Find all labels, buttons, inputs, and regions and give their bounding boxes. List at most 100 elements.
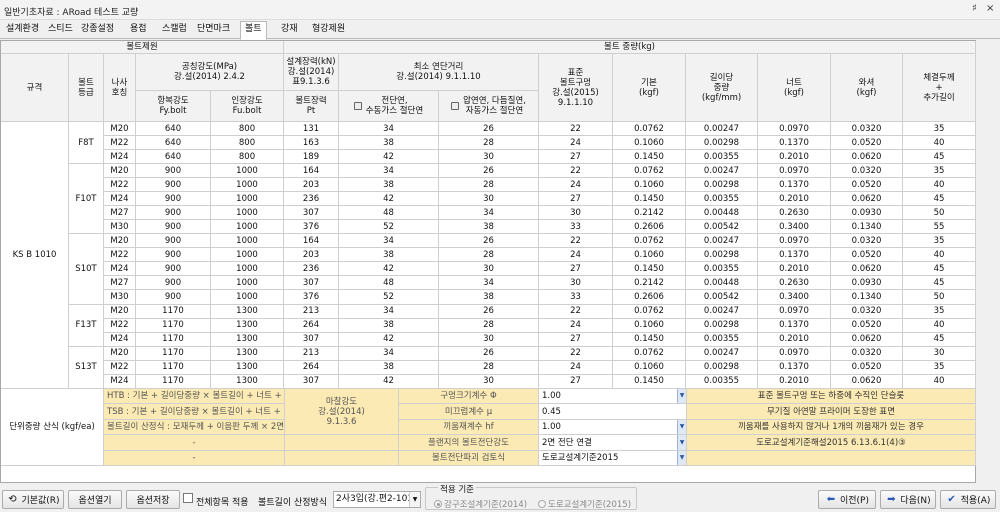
prev-button[interactable]: ⬅ 이전(P) <box>818 490 876 509</box>
table-cell[interactable]: 1000 <box>211 206 284 221</box>
table-cell[interactable]: 900 <box>136 262 211 277</box>
table-cell[interactable]: 22 <box>539 122 613 137</box>
table-cell[interactable]: 0.0970 <box>758 304 831 319</box>
table-cell[interactable]: 28 <box>439 178 539 193</box>
table-cell[interactable]: 0.1060 <box>613 360 686 375</box>
table-cell[interactable]: 0.1060 <box>613 136 686 151</box>
tab-6[interactable]: 볼트 <box>240 21 267 40</box>
table-cell[interactable]: 264 <box>284 360 339 375</box>
chevron-down-icon[interactable]: ▼ <box>677 388 686 404</box>
open-options-button[interactable]: 옵션열기 <box>68 490 122 509</box>
table-cell[interactable]: 35 <box>903 360 976 375</box>
table-cell[interactable]: 22 <box>539 164 613 179</box>
table-cell[interactable]: 189 <box>284 150 339 165</box>
table-cell[interactable]: 0.1060 <box>613 178 686 193</box>
table-cell[interactable]: 22 <box>539 304 613 319</box>
table-cell[interactable]: 0.00355 <box>686 374 758 389</box>
table-cell[interactable]: 34 <box>439 276 539 291</box>
table-cell[interactable]: 40 <box>903 374 976 389</box>
table-cell[interactable]: 1300 <box>211 332 284 347</box>
table-cell[interactable]: 1170 <box>136 318 211 333</box>
table-cell[interactable]: 27 <box>539 192 613 207</box>
table-cell[interactable]: 0.0762 <box>613 164 686 179</box>
default-button[interactable]: ⟲ 기본값(R) <box>2 490 64 509</box>
table-cell[interactable]: 0.0930 <box>831 276 903 291</box>
param-value[interactable]: 1.00 ▼ <box>539 388 687 405</box>
table-cell[interactable]: 1300 <box>211 346 284 361</box>
table-cell[interactable]: 0.0520 <box>831 136 903 151</box>
table-cell[interactable]: 24 <box>539 360 613 375</box>
table-cell[interactable]: M27 <box>104 276 136 291</box>
table-cell[interactable]: 376 <box>284 290 339 305</box>
table-cell[interactable]: 1000 <box>211 178 284 193</box>
table-cell[interactable]: 0.00247 <box>686 346 758 361</box>
table-cell[interactable]: 0.3400 <box>758 220 831 235</box>
table-cell[interactable]: 0.0520 <box>831 360 903 375</box>
table-cell[interactable]: 0.0970 <box>758 122 831 137</box>
table-cell[interactable]: 900 <box>136 192 211 207</box>
table-cell[interactable]: 42 <box>339 192 439 207</box>
table-cell[interactable]: 0.2010 <box>758 192 831 207</box>
table-cell[interactable]: 0.0970 <box>758 346 831 361</box>
scrollbar[interactable] <box>977 40 989 483</box>
table-cell[interactable]: 34 <box>339 122 439 137</box>
table-cell[interactable]: 1170 <box>136 360 211 375</box>
param-value[interactable]: 1.00 ▼ <box>539 419 687 436</box>
table-cell[interactable]: M22 <box>104 178 136 193</box>
table-cell[interactable]: 40 <box>903 318 976 333</box>
table-cell[interactable]: 1000 <box>211 262 284 277</box>
table-cell[interactable]: M24 <box>104 374 136 389</box>
table-cell[interactable]: 0.00448 <box>686 206 758 221</box>
table-cell[interactable]: 0.0320 <box>831 304 903 319</box>
table-cell[interactable]: 0.00298 <box>686 360 758 375</box>
table-cell[interactable]: 203 <box>284 248 339 263</box>
table-cell[interactable]: M22 <box>104 248 136 263</box>
table-cell[interactable]: 164 <box>284 164 339 179</box>
table-cell[interactable]: 0.1450 <box>613 262 686 277</box>
table-cell[interactable]: 34 <box>339 346 439 361</box>
table-cell[interactable]: 48 <box>339 206 439 221</box>
table-cell[interactable]: 55 <box>903 220 976 235</box>
table-cell[interactable]: 48 <box>339 276 439 291</box>
table-cell[interactable]: 38 <box>339 248 439 263</box>
table-cell[interactable]: 0.1450 <box>613 332 686 347</box>
table-cell[interactable]: 0.0520 <box>831 248 903 263</box>
table-cell[interactable]: 236 <box>284 262 339 277</box>
table-cell[interactable]: 38 <box>339 360 439 375</box>
table-cell[interactable]: 0.2630 <box>758 206 831 221</box>
table-cell[interactable]: 38 <box>439 220 539 235</box>
param-value[interactable]: 0.45 <box>539 404 687 420</box>
table-cell[interactable]: 38 <box>339 178 439 193</box>
param-value[interactable]: 2면 전단 연결 ▼ <box>539 435 687 451</box>
table-cell[interactable]: 27 <box>539 332 613 347</box>
table-cell[interactable]: 50 <box>903 290 976 305</box>
tab-7[interactable]: 강재 <box>277 22 302 39</box>
table-cell[interactable]: 900 <box>136 206 211 221</box>
table-cell[interactable]: 26 <box>439 164 539 179</box>
table-cell[interactable]: 24 <box>539 178 613 193</box>
table-cell[interactable]: 1000 <box>211 276 284 291</box>
table-cell[interactable]: 1300 <box>211 360 284 375</box>
table-cell[interactable]: 42 <box>339 374 439 389</box>
table-cell[interactable]: 30 <box>439 374 539 389</box>
tab-8[interactable]: 형강제원 <box>308 22 349 39</box>
table-cell[interactable]: 1000 <box>211 248 284 263</box>
table-cell[interactable]: 0.00247 <box>686 304 758 319</box>
table-cell[interactable]: M24 <box>104 262 136 277</box>
table-cell[interactable]: 0.00247 <box>686 234 758 249</box>
close-icon[interactable]: × <box>986 3 994 14</box>
table-cell[interactable]: 0.3400 <box>758 290 831 305</box>
table-cell[interactable]: 38 <box>339 318 439 333</box>
table-cell[interactable]: 0.2010 <box>758 332 831 347</box>
table-cell[interactable]: 0.00298 <box>686 178 758 193</box>
table-cell[interactable]: 0.00298 <box>686 248 758 263</box>
table-cell[interactable]: 900 <box>136 248 211 263</box>
table-cell[interactable]: 0.1370 <box>758 248 831 263</box>
table-cell[interactable]: 800 <box>211 150 284 165</box>
table-cell[interactable]: M20 <box>104 122 136 137</box>
table-cell[interactable]: 1000 <box>211 220 284 235</box>
table-cell[interactable]: 35 <box>903 122 976 137</box>
header-edge-sheared[interactable]: 전단연, 수동가스 절단연 <box>339 91 439 122</box>
tab-4[interactable]: 스캘럽 <box>158 22 191 39</box>
table-cell[interactable]: M20 <box>104 164 136 179</box>
